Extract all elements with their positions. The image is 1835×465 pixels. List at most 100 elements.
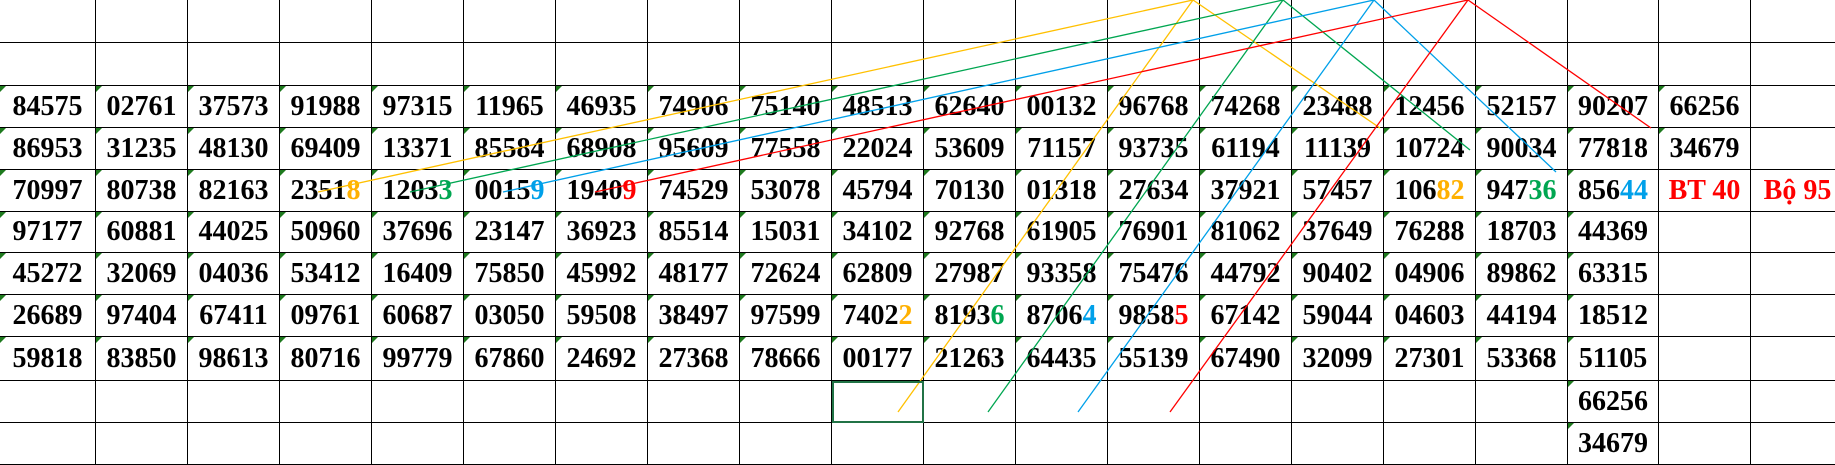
cell-r9-c17[interactable]: 53368 xyxy=(1476,337,1568,381)
cell-r3-c10[interactable]: 48513 xyxy=(832,86,924,128)
cell-r7-c12[interactable]: 93358 xyxy=(1016,253,1108,295)
cell-r4-c15[interactable]: 11139 xyxy=(1292,128,1384,170)
cell-r6-c1[interactable]: 97177 xyxy=(0,212,96,253)
cell-r10-c2[interactable] xyxy=(96,381,188,423)
cell-r6-c15[interactable]: 37649 xyxy=(1292,212,1384,253)
cell-r7-c3[interactable]: 04036 xyxy=(188,253,280,295)
cell-r11-c8[interactable] xyxy=(648,423,740,465)
cell-r4-c8[interactable]: 95609 xyxy=(648,128,740,170)
cell-r4-c1[interactable]: 86953 xyxy=(0,128,96,170)
cell-r4-c18[interactable]: 77818 xyxy=(1568,128,1659,170)
cell-r1-c3[interactable] xyxy=(188,0,280,43)
cell-r2-c1[interactable] xyxy=(0,43,96,86)
cell-r1-c4[interactable] xyxy=(280,0,372,43)
cell-r6-c11[interactable]: 92768 xyxy=(924,212,1016,253)
cell-r8-c1[interactable]: 26689 xyxy=(0,295,96,337)
cell-r7-c15[interactable]: 90402 xyxy=(1292,253,1384,295)
cell-r2-c18[interactable] xyxy=(1568,43,1659,86)
cell-r6-c12[interactable]: 61905 xyxy=(1016,212,1108,253)
cell-r11-c19[interactable] xyxy=(1659,423,1751,465)
cell-r9-c5[interactable]: 99779 xyxy=(372,337,464,381)
cell-r9-c14[interactable]: 67490 xyxy=(1200,337,1292,381)
cell-r11-c3[interactable] xyxy=(188,423,280,465)
cell-r11-c16[interactable] xyxy=(1384,423,1476,465)
cell-r7-c13[interactable]: 75476 xyxy=(1108,253,1200,295)
cell-r1-c12[interactable] xyxy=(1016,0,1108,43)
cell-r1-c6[interactable] xyxy=(464,0,556,43)
cell-r5-c8[interactable]: 74529 xyxy=(648,170,740,212)
cell-r7-c2[interactable]: 32069 xyxy=(96,253,188,295)
cell-r1-c14[interactable] xyxy=(1200,0,1292,43)
cell-r4-c12[interactable]: 71157 xyxy=(1016,128,1108,170)
cell-r3-c20[interactable] xyxy=(1751,86,1835,128)
cell-r8-c5[interactable]: 60687 xyxy=(372,295,464,337)
cell-r4-c4[interactable]: 69409 xyxy=(280,128,372,170)
cell-r10-c11[interactable] xyxy=(924,381,1016,423)
cell-r8-c11[interactable]: 81936 xyxy=(924,295,1016,337)
cell-r3-c16[interactable]: 12456 xyxy=(1384,86,1476,128)
cell-r7-c7[interactable]: 45992 xyxy=(556,253,648,295)
cell-r1-c9[interactable] xyxy=(740,0,832,43)
cell-r8-c12[interactable]: 87064 xyxy=(1016,295,1108,337)
cell-r5-c4[interactable]: 23518 xyxy=(280,170,372,212)
cell-r10-c13[interactable] xyxy=(1108,381,1200,423)
cell-r3-c5[interactable]: 97315 xyxy=(372,86,464,128)
cell-r6-c16[interactable]: 76288 xyxy=(1384,212,1476,253)
cell-r4-c16[interactable]: 10724 xyxy=(1384,128,1476,170)
cell-r9-c7[interactable]: 24692 xyxy=(556,337,648,381)
cell-r11-c12[interactable] xyxy=(1016,423,1108,465)
cell-r7-c4[interactable]: 53412 xyxy=(280,253,372,295)
cell-r4-c9[interactable]: 77558 xyxy=(740,128,832,170)
cell-r8-c16[interactable]: 04603 xyxy=(1384,295,1476,337)
cell-r1-c19[interactable] xyxy=(1659,0,1751,43)
cell-r9-c10[interactable]: 00177 xyxy=(832,337,924,381)
cell-r7-c1[interactable]: 45272 xyxy=(0,253,96,295)
cell-r10-c10[interactable] xyxy=(832,381,924,423)
cell-r8-c3[interactable]: 67411 xyxy=(188,295,280,337)
cell-r4-c13[interactable]: 93735 xyxy=(1108,128,1200,170)
cell-r5-c13[interactable]: 27634 xyxy=(1108,170,1200,212)
cell-r1-c18[interactable] xyxy=(1568,0,1659,43)
cell-r9-c19[interactable] xyxy=(1659,337,1751,381)
cell-r1-c1[interactable] xyxy=(0,0,96,43)
cell-r5-c18[interactable]: 85644 xyxy=(1568,170,1659,212)
cell-r7-c16[interactable]: 04906 xyxy=(1384,253,1476,295)
cell-r11-c17[interactable] xyxy=(1476,423,1568,465)
cell-r4-c5[interactable]: 13371 xyxy=(372,128,464,170)
cell-r7-c5[interactable]: 16409 xyxy=(372,253,464,295)
cell-r5-c11[interactable]: 70130 xyxy=(924,170,1016,212)
cell-r10-c1[interactable] xyxy=(0,381,96,423)
cell-r9-c9[interactable]: 78666 xyxy=(740,337,832,381)
cell-r7-c8[interactable]: 48177 xyxy=(648,253,740,295)
cell-r6-c6[interactable]: 23147 xyxy=(464,212,556,253)
cell-r3-c6[interactable]: 11965 xyxy=(464,86,556,128)
cell-r6-c18[interactable]: 44369 xyxy=(1568,212,1659,253)
cell-r2-c20[interactable] xyxy=(1751,43,1835,86)
cell-r3-c17[interactable]: 52157 xyxy=(1476,86,1568,128)
cell-r6-c14[interactable]: 81062 xyxy=(1200,212,1292,253)
cell-r5-c19[interactable]: BT 40 xyxy=(1659,170,1751,212)
cell-r2-c17[interactable] xyxy=(1476,43,1568,86)
cell-r2-c16[interactable] xyxy=(1384,43,1476,86)
cell-r5-c6[interactable]: 00159 xyxy=(464,170,556,212)
cell-r4-c14[interactable]: 61194 xyxy=(1200,128,1292,170)
cell-r1-c8[interactable] xyxy=(648,0,740,43)
cell-r6-c10[interactable]: 34102 xyxy=(832,212,924,253)
cell-r6-c7[interactable]: 36923 xyxy=(556,212,648,253)
cell-r7-c17[interactable]: 89862 xyxy=(1476,253,1568,295)
cell-r10-c7[interactable] xyxy=(556,381,648,423)
cell-r10-c4[interactable] xyxy=(280,381,372,423)
cell-r5-c15[interactable]: 57457 xyxy=(1292,170,1384,212)
cell-r11-c18[interactable]: 34679 xyxy=(1568,423,1659,465)
cell-r11-c13[interactable] xyxy=(1108,423,1200,465)
cell-r3-c18[interactable]: 90207 xyxy=(1568,86,1659,128)
cell-r10-c12[interactable] xyxy=(1016,381,1108,423)
cell-r6-c19[interactable] xyxy=(1659,212,1751,253)
cell-r1-c17[interactable] xyxy=(1476,0,1568,43)
cell-r3-c14[interactable]: 74268 xyxy=(1200,86,1292,128)
cell-r1-c10[interactable] xyxy=(832,0,924,43)
cell-r6-c8[interactable]: 85514 xyxy=(648,212,740,253)
cell-r11-c11[interactable] xyxy=(924,423,1016,465)
cell-r2-c8[interactable] xyxy=(648,43,740,86)
cell-r10-c5[interactable] xyxy=(372,381,464,423)
